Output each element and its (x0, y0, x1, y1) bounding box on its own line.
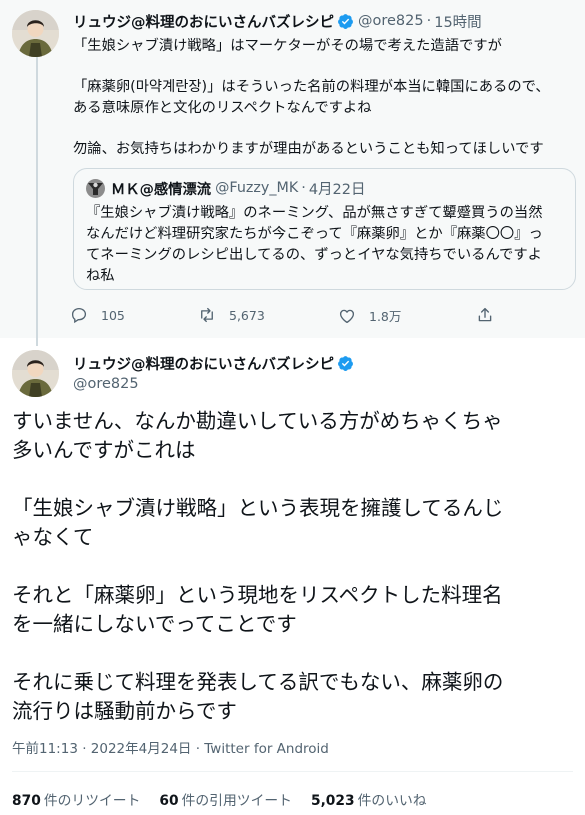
quotes-label: 件の引用ツイート (181, 793, 292, 809)
quoted-tweet-text: 『生娘シャブ漬け戦略』のネーミング、品が無さすぎて顰蹙買うの当然 なんだけど料理… (86, 203, 566, 287)
author-name[interactable]: リュウジ@料理のおにいさんバズレシピ (73, 11, 334, 32)
separator-dot: · (426, 13, 432, 29)
text-line: 「麻薬卵(마약계란장)」はそういった名前の料理が本当に韓国にあるので、 (73, 79, 550, 95)
text-line: 多いんですがこれは (12, 438, 196, 462)
main-tweet-header: リュウジ@料理のおにいさんバズレシピ @ore825 (73, 352, 358, 394)
parent-tweet-header: リュウジ@料理のおにいさんバズレシピ @ore825 · 15時間 (73, 10, 482, 32)
avatar[interactable] (12, 350, 59, 397)
verified-badge-icon (337, 13, 354, 30)
reply-button[interactable]: 105 (70, 306, 125, 324)
quoted-tweet-header: ＭＫ@感情漂流 @Fuzzy_MK · 4月22日 (86, 178, 366, 198)
quoted-tweet[interactable]: ＭＫ@感情漂流 @Fuzzy_MK · 4月22日 『生娘シャブ漬け戦略』のネー… (73, 168, 576, 290)
text-line: 『生娘シャブ漬け戦略』のネーミング、品が無さすぎて顰蹙買うの当然 (86, 205, 543, 221)
thread-connector-line (36, 56, 38, 346)
likes-stat[interactable]: 5,023 件のいいね (311, 789, 427, 809)
quoted-author-name: ＭＫ@感情漂流 (111, 181, 212, 198)
quotes-value: 60 (159, 793, 179, 809)
quoted-avatar (86, 178, 105, 198)
text-line: ゃなくて (12, 525, 94, 549)
text-line: 「生娘シャブ漬け戦略」という表現を擁護してるんじ (12, 496, 504, 520)
retweet-icon (201, 307, 213, 323)
text-line: ね私 (86, 268, 115, 284)
quotes-stat[interactable]: 60 件の引用ツイート (159, 789, 292, 809)
likes-label: 件のいいね (357, 793, 427, 809)
author-name[interactable]: リュウジ@料理のおにいさんバズレシピ (73, 353, 334, 374)
reply-count: 105 (101, 307, 125, 323)
quoted-date: 4月22日 (308, 181, 366, 198)
author-handle[interactable]: @ore825 (358, 13, 424, 29)
like-button[interactable]: 1.8万 (338, 306, 401, 325)
verified-badge-icon (337, 355, 354, 372)
like-count: 1.8万 (369, 309, 402, 324)
share-icon (478, 307, 492, 322)
text-line: すいません、なんか勘違いしている方がめちゃくちゃ (12, 409, 503, 433)
text-line: 「生娘シャブ漬け戦略」はマーケターがその場で考えた造語ですが (73, 38, 502, 54)
avatar[interactable] (12, 10, 59, 57)
retweets-value: 870 (12, 793, 41, 809)
text-line: なんだけど料理研究家たちが今こぞって『麻薬卵』とか『麻薬〇〇』っ (86, 226, 543, 242)
likes-value: 5,023 (310, 793, 355, 809)
text-line: ある意味原作と文化のリスペクトなんですよね (73, 99, 372, 116)
tweet-time[interactable]: 15時間 (434, 11, 481, 32)
text-line: 流行りは騒動前からです (12, 699, 237, 723)
share-button[interactable] (476, 306, 507, 324)
tweet-timestamp-source[interactable]: 午前11:13 · 2022年4月24日 · Twitter for Andro… (12, 737, 329, 757)
parent-tweet[interactable]: リュウジ@料理のおにいさんバズレシピ @ore825 · 15時間 「生娘シャブ… (0, 0, 585, 346)
parent-tweet-text: 「生娘シャブ漬け戦略」はマーケターがその場で考えた造語ですが 「麻薬卵(마약계란… (73, 36, 578, 159)
text-line: てネーミングのレシピ出してるの、ずっとイヤな気持ちでいるんですよ (86, 247, 542, 263)
separator-dot: · (301, 180, 306, 196)
main-tweet-text: すいません、なんか勘違いしている方がめちゃくちゃ 多いんですがこれは 「生娘シャ… (12, 407, 577, 726)
reply-icon (71, 307, 87, 324)
text-line: それに乗じて料理を発表してる訳でもない、麻薬卵の (12, 670, 504, 694)
retweets-stat[interactable]: 870 件のリツイート (12, 789, 140, 809)
retweets-label: 件のリツイート (43, 793, 141, 809)
retweet-button[interactable]: 5,673 (198, 306, 265, 324)
divider (12, 771, 573, 772)
text-line: を一緒にしないでってことです (12, 612, 297, 636)
tweet-stats: 870 件のリツイート 60 件の引用ツイート 5,023 件のいいね (12, 789, 446, 809)
retweet-count: 5,673 (229, 307, 265, 323)
author-handle[interactable]: @ore825 (73, 374, 358, 394)
text-line: それと「麻薬卵」という現地をリスペクトした料理名 (12, 583, 503, 607)
quoted-author-handle: @Fuzzy_MK (215, 180, 299, 196)
like-icon (339, 309, 355, 323)
tweet-actions: 105 5,673 1.8万 (70, 306, 500, 328)
text-line: 勿論、お気持ちはわかりますが理由があるということも知ってほしいです (73, 140, 544, 157)
